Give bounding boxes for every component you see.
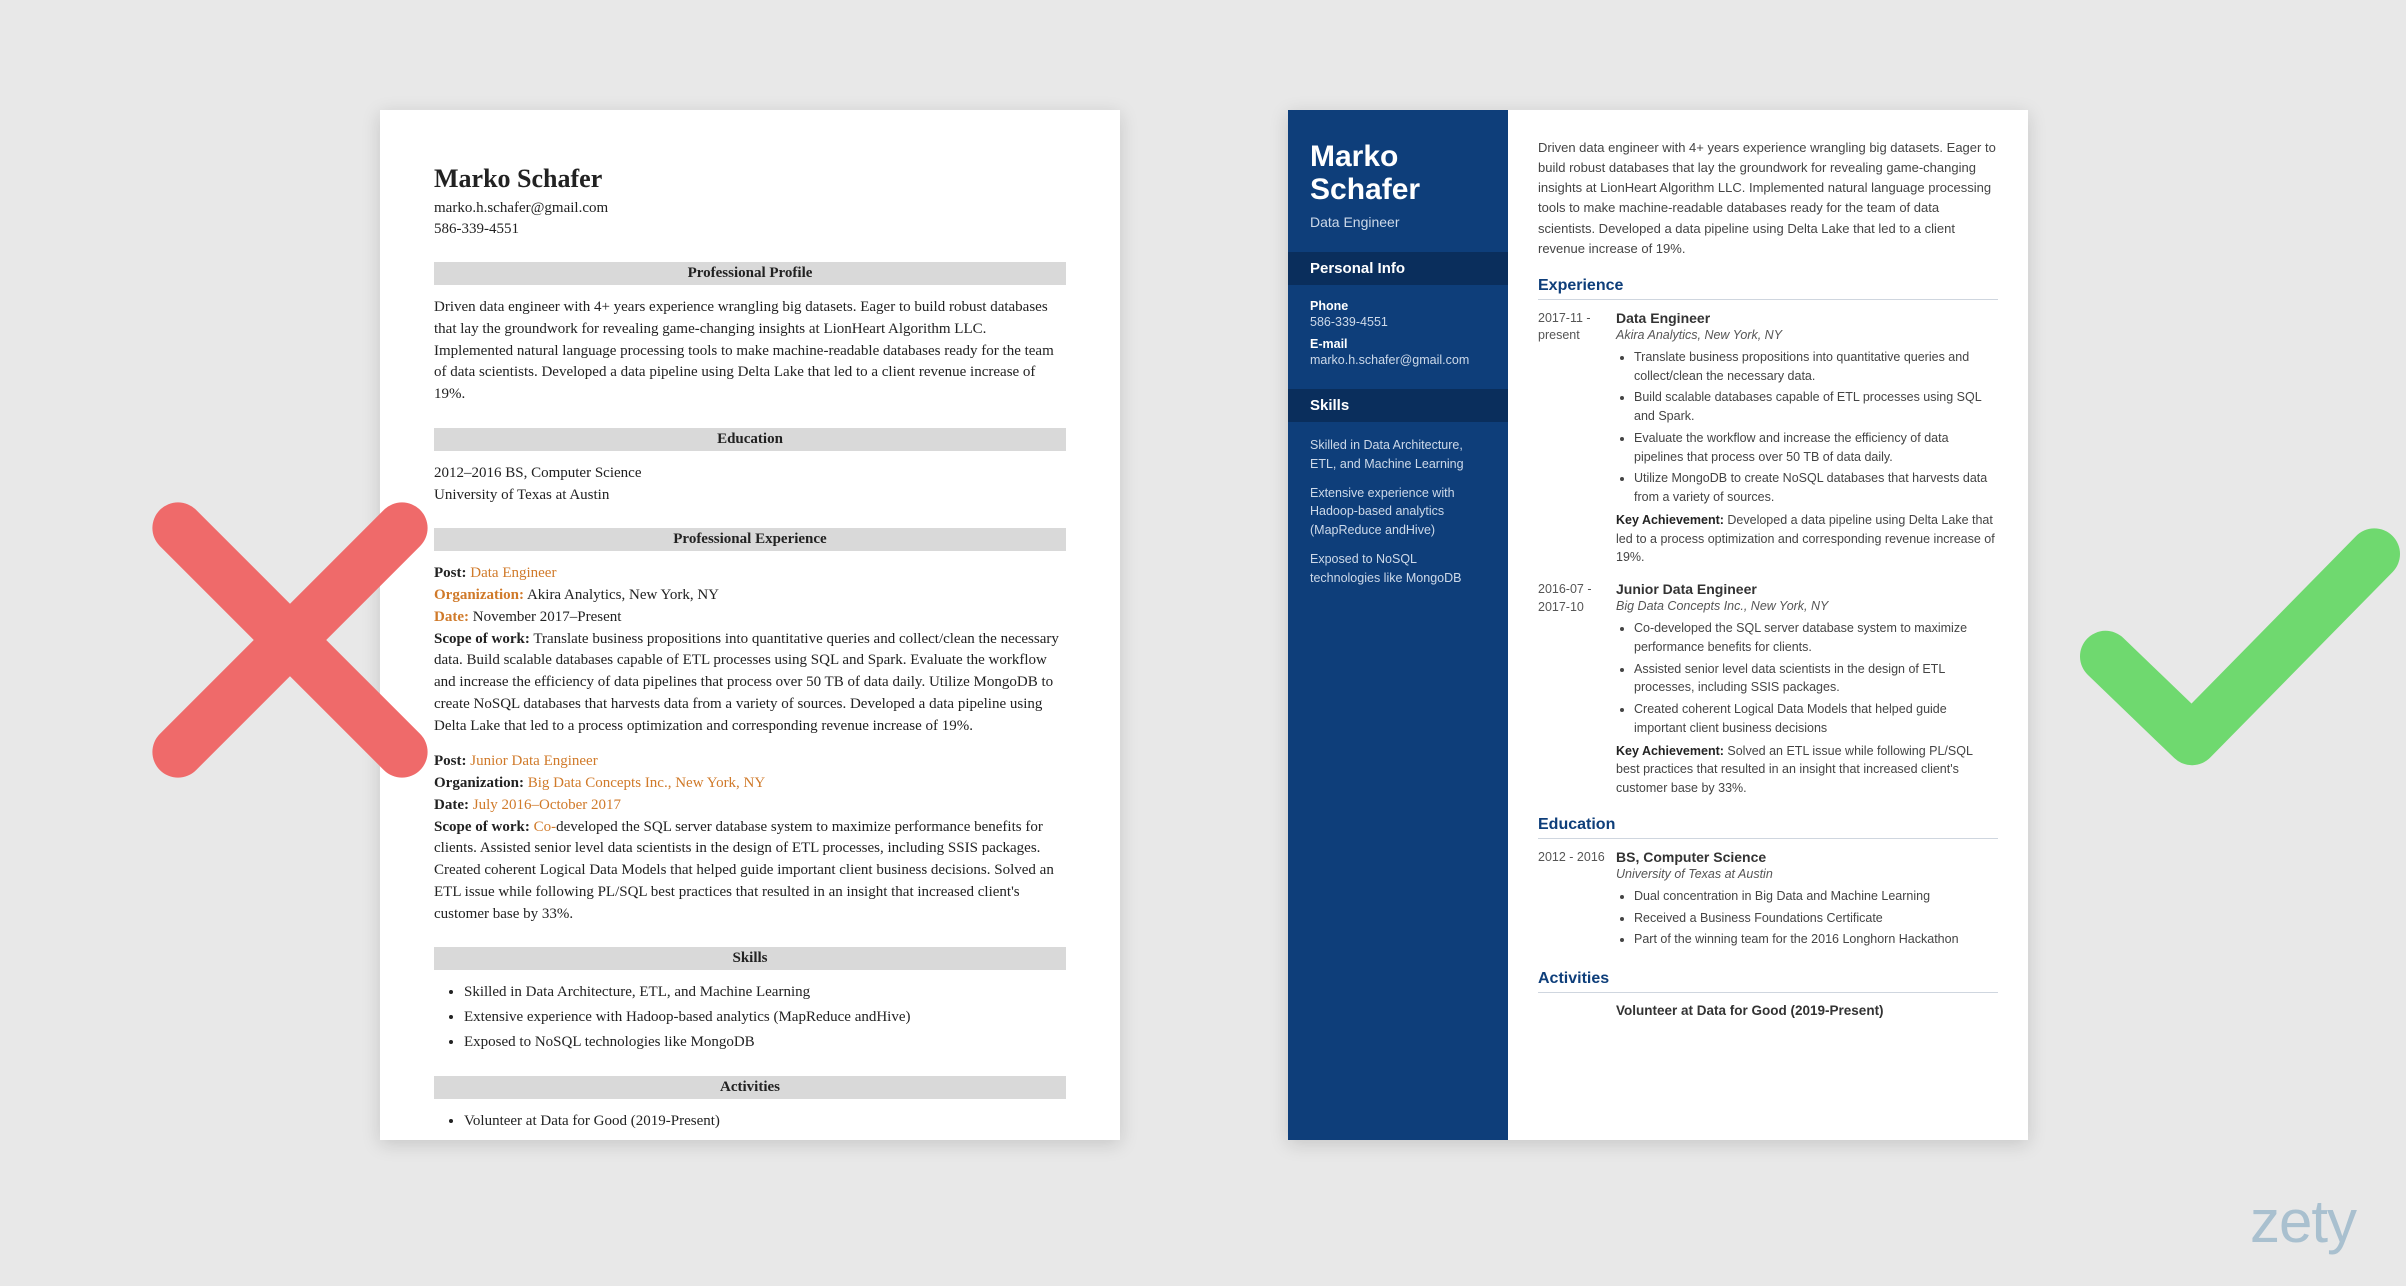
exp2-bullet: Assisted senior level data scientists in…	[1634, 660, 1998, 698]
exp1-bullet: Utilize MongoDB to create NoSQL database…	[1634, 469, 1998, 507]
summary: Driven data engineer with 4+ years exper…	[1538, 138, 1998, 259]
label-post: Post:	[434, 565, 467, 581]
exp2-company: Big Data Concepts Inc., New York, NY	[1616, 599, 1998, 613]
exp1-bullet: Evaluate the workflow and increase the e…	[1634, 429, 1998, 467]
email-label: E-mail	[1310, 337, 1486, 351]
label-scope: Scope of work:	[434, 819, 530, 835]
sidebar: Marko Schafer Data Engineer Personal Inf…	[1288, 110, 1508, 1140]
exp1-key-label: Key Achievement:	[1616, 513, 1724, 527]
phone-val: 586-339-4551	[1310, 315, 1486, 329]
side-skill: Exposed to NoSQL technologies like Mongo…	[1310, 550, 1486, 588]
heading-profile: Professional Profile	[434, 262, 1066, 285]
job1-org: Akira Analytics, New York, NY	[527, 587, 719, 603]
exp2-bullet: Created coherent Logical Data Models tha…	[1634, 700, 1998, 738]
summary-text: Driven data engineer with 4+ years exper…	[434, 297, 1066, 406]
edu-bullet: Part of the winning team for the 2016 Lo…	[1634, 930, 1998, 949]
heading-activities: Activities	[1538, 970, 1998, 993]
exp2-title: Junior Data Engineer	[1616, 581, 1998, 597]
side-head-skills: Skills	[1288, 389, 1508, 422]
label-date: Date:	[434, 609, 469, 625]
exp1-title: Data Engineer	[1616, 310, 1998, 326]
exp1-company: Akira Analytics, New York, NY	[1616, 328, 1998, 342]
side-skill: Skilled in Data Architecture, ETL, and M…	[1310, 436, 1486, 474]
edu-line1: 2012–2016 BS, Computer Science	[434, 463, 1066, 485]
job2-scope-prefix: Co-	[534, 819, 557, 835]
activity-item: Volunteer at Data for Good (2019-Present…	[464, 1111, 1066, 1133]
job2-org: Big Data Concepts Inc., New York, NY	[528, 775, 765, 791]
edu-bullet: Dual concentration in Big Data and Machi…	[1634, 887, 1998, 906]
label-org: Organization:	[434, 775, 524, 791]
side-head-personal: Personal Info	[1288, 252, 1508, 285]
exp1-bullet: Translate business propositions into qua…	[1634, 348, 1998, 386]
skills-list: Skilled in Data Architecture, ETL, and M…	[464, 982, 1066, 1053]
activities-list: Volunteer at Data for Good (2019-Present…	[464, 1111, 1066, 1133]
email: marko.h.schafer@gmail.com	[434, 198, 1066, 219]
edu-row: 2012 - 2016 BS, Computer Science Univers…	[1538, 849, 1998, 952]
phone: 586-339-4551	[434, 219, 1066, 240]
label-org: Organization:	[434, 587, 524, 603]
role: Data Engineer	[1310, 214, 1486, 230]
phone-label: Phone	[1310, 299, 1486, 313]
comparison-stage: Marko Schafer marko.h.schafer@gmail.com …	[0, 0, 2406, 1286]
exp-2: 2016-07 - 2017-10 Junior Data Engineer B…	[1538, 581, 1998, 798]
skill-item: Extensive experience with Hadoop-based a…	[464, 1007, 1066, 1029]
check-icon	[2080, 520, 2400, 780]
label-date: Date:	[434, 797, 469, 813]
exp2-bullet: Co-developed the SQL server database sys…	[1634, 619, 1998, 657]
edu-date: 2012 - 2016	[1538, 849, 1616, 952]
heading-education: Education	[434, 428, 1066, 451]
job1-date: November 2017–Present	[473, 609, 622, 625]
edu-title: BS, Computer Science	[1616, 849, 1998, 865]
edu-line2: University of Texas at Austin	[434, 485, 1066, 507]
exp2-key-label: Key Achievement:	[1616, 744, 1724, 758]
edu-school: University of Texas at Austin	[1616, 867, 1998, 881]
resume-good: Marko Schafer Data Engineer Personal Inf…	[1288, 110, 2028, 1140]
job1-post: Data Engineer	[470, 565, 556, 581]
heading-experience: Professional Experience	[434, 528, 1066, 551]
exp-1: 2017-11 - present Data Engineer Akira An…	[1538, 310, 1998, 567]
resume-bad: Marko Schafer marko.h.schafer@gmail.com …	[380, 110, 1120, 1140]
label-post: Post:	[434, 753, 467, 769]
heading-activities: Activities	[434, 1076, 1066, 1099]
name: Marko Schafer	[1310, 140, 1486, 206]
job-2: Post: Junior Data Engineer Organization:…	[434, 751, 1066, 925]
watermark: zety	[2250, 1187, 2356, 1256]
label-scope: Scope of work:	[434, 631, 530, 647]
edu-bullet: Received a Business Foundations Certific…	[1634, 909, 1998, 928]
job-1: Post: Data Engineer Organization: Akira …	[434, 563, 1066, 737]
main-column: Driven data engineer with 4+ years exper…	[1508, 110, 2028, 1140]
exp2-date: 2016-07 - 2017-10	[1538, 581, 1616, 798]
email-val: marko.h.schafer@gmail.com	[1310, 353, 1486, 367]
job2-post: Junior Data Engineer	[470, 753, 597, 769]
skill-item: Exposed to NoSQL technologies like Mongo…	[464, 1032, 1066, 1054]
name: Marko Schafer	[434, 164, 1066, 194]
skill-item: Skilled in Data Architecture, ETL, and M…	[464, 982, 1066, 1004]
heading-skills: Skills	[434, 947, 1066, 970]
exp1-bullet: Build scalable databases capable of ETL …	[1634, 388, 1998, 426]
job2-date: July 2016–October 2017	[473, 797, 621, 813]
heading-experience: Experience	[1538, 277, 1998, 300]
side-skill: Extensive experience with Hadoop-based a…	[1310, 484, 1486, 540]
activity: Volunteer at Data for Good (2019-Present…	[1616, 1003, 1998, 1018]
exp1-date: 2017-11 - present	[1538, 310, 1616, 567]
heading-education: Education	[1538, 816, 1998, 839]
